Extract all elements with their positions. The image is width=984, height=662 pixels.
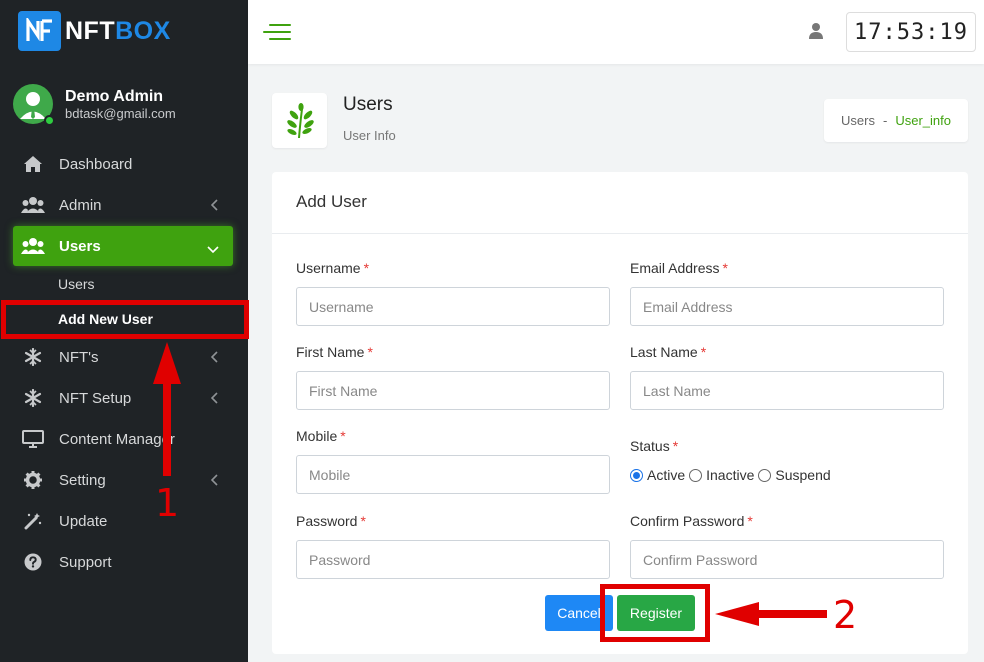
email-input[interactable]: [630, 287, 944, 326]
first-name-input[interactable]: [296, 371, 610, 410]
last-name-input[interactable]: [630, 371, 944, 410]
password-label: Password *: [296, 513, 366, 529]
confirm-password-label: Confirm Password *: [630, 513, 753, 529]
user-menu-icon[interactable]: [808, 22, 824, 45]
sidebar-item-label: NFT Setup: [59, 389, 132, 407]
profile-email: bdtask@gmail.com: [65, 106, 176, 121]
chevron-down-icon: [207, 241, 219, 258]
breadcrumb-home[interactable]: Users: [841, 113, 875, 128]
sidebar-item-label: Dashboard: [59, 155, 133, 173]
sidebar-item-label: Support: [59, 553, 112, 571]
annotation-arrow-up-icon: [153, 342, 181, 476]
sidebar-item-label: Admin: [59, 196, 102, 214]
card-header: Add User: [272, 172, 968, 234]
sidebar-item-content-manager[interactable]: Content Manager: [13, 419, 233, 459]
breadcrumb: Users - User_info: [824, 99, 968, 142]
email-label: Email Address *: [630, 260, 728, 276]
status-option-suspend[interactable]: Suspend: [758, 467, 831, 483]
confirm-password-input[interactable]: [630, 540, 944, 579]
sidebar-subitem-users[interactable]: Users: [58, 276, 95, 292]
chevron-left-icon: [210, 350, 219, 367]
annotation-arrow-left-icon: [715, 602, 827, 626]
annotation-highlight-register: [600, 584, 710, 642]
sidebar-item-label: Users: [59, 237, 101, 255]
sidebar-item-dashboard[interactable]: Dashboard: [13, 144, 233, 184]
status-option-inactive[interactable]: Inactive: [689, 467, 754, 483]
gear-icon: [21, 471, 45, 489]
monitor-icon: [21, 430, 45, 448]
radio-button[interactable]: [630, 468, 643, 482]
first-name-label: First Name *: [296, 344, 373, 360]
last-name-label: Last Name *: [630, 344, 707, 360]
sidebar-item-setting[interactable]: Setting: [13, 460, 233, 500]
radio-button[interactable]: [689, 468, 703, 482]
breadcrumb-current: User_info: [895, 113, 951, 128]
password-input[interactable]: [296, 540, 610, 579]
brand-name-part2: BOX: [115, 16, 171, 45]
brand-name: NFTBOX: [65, 17, 171, 46]
status-radio-group: Active Inactive Suspend: [630, 467, 835, 483]
radio-button[interactable]: [758, 468, 772, 482]
username-input[interactable]: [296, 287, 610, 326]
users-group-icon: [21, 196, 45, 214]
sidebar-item-label: Setting: [59, 471, 106, 489]
page-title: Users: [343, 94, 393, 115]
sidebar-item-admin[interactable]: Admin: [13, 185, 233, 225]
brand-logo-icon: [18, 11, 61, 51]
status-option-active[interactable]: Active: [630, 467, 685, 483]
page-icon: [272, 93, 327, 148]
sidebar-item-label: NFT's: [59, 348, 99, 366]
chevron-left-icon: [210, 391, 219, 408]
page-subtitle: User Info: [343, 128, 396, 143]
brand-name-part1: NFT: [65, 16, 116, 45]
snowflake-icon: [21, 348, 45, 366]
digital-clock: 17:53:19: [846, 12, 976, 52]
annotation-highlight-add-new-user: [1, 300, 249, 339]
status-label: Status *: [630, 438, 679, 454]
avatar: [13, 84, 55, 126]
profile-name: Demo Admin: [65, 88, 164, 105]
card-title: Add User: [296, 192, 367, 211]
sidebar-item-nft-setup[interactable]: NFT Setup: [13, 378, 233, 418]
chevron-left-icon: [210, 473, 219, 490]
sidebar-item-nfts[interactable]: NFT's: [13, 337, 233, 377]
sidebar-item-support[interactable]: Support: [13, 542, 233, 582]
add-user-card: Add User: [272, 172, 968, 654]
menu-toggle-icon[interactable]: [263, 23, 293, 41]
annotation-step-1: 1: [155, 481, 180, 525]
magic-wand-icon: [21, 512, 45, 530]
sidebar-item-update[interactable]: Update: [13, 501, 233, 541]
sidebar-item-users[interactable]: Users: [13, 226, 233, 266]
chevron-left-icon: [210, 198, 219, 215]
question-circle-icon: [21, 553, 45, 571]
snowflake-icon: [21, 389, 45, 407]
mobile-label: Mobile *: [296, 428, 346, 444]
sidebar-item-label: Update: [59, 512, 108, 530]
home-icon: [21, 155, 45, 173]
brand[interactable]: NFTBOX: [18, 11, 171, 51]
breadcrumb-separator: -: [882, 113, 888, 128]
top-bar: 17:53:19: [248, 0, 984, 64]
user-profile[interactable]: Demo Admin bdtask@gmail.com: [13, 84, 176, 126]
annotation-step-2: 2: [833, 593, 858, 637]
online-status-dot: [44, 115, 55, 126]
mobile-input[interactable]: [296, 455, 610, 494]
username-label: Username *: [296, 260, 370, 276]
leaf-icon: [286, 102, 314, 138]
users-group-icon: [21, 237, 45, 255]
